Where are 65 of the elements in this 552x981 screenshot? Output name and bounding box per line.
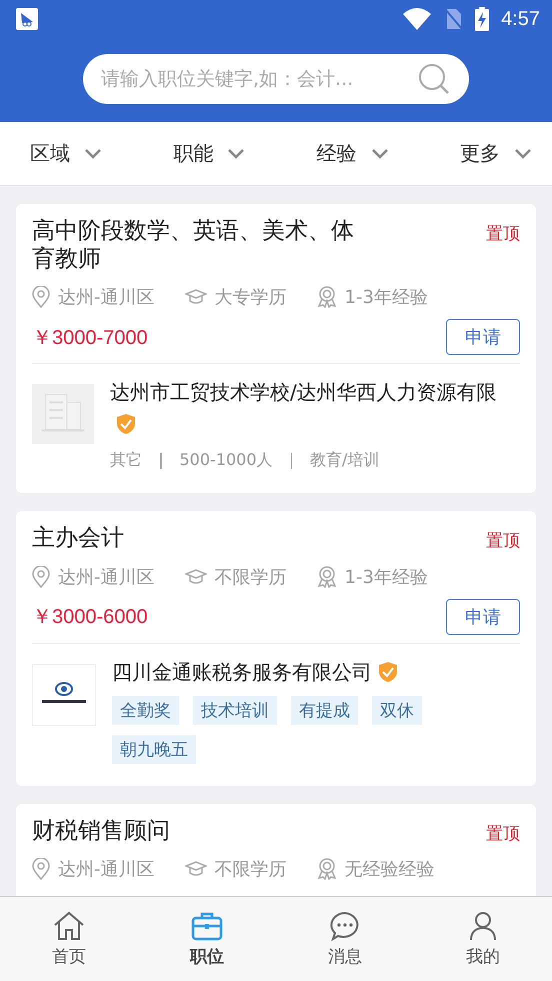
graduation-cap-icon [184,568,206,585]
filter-dropdown[interactable]: 经验 [316,140,389,167]
battery-icon [475,7,490,31]
education-requirement: 不限学历 [214,566,286,589]
job-title: 主办会计 [32,525,124,553]
briefcase-icon [191,910,223,940]
pinned-label: 置顶 [486,223,520,245]
chat-bubble-icon [329,910,361,940]
salary-range: ￥3000-7000 [32,326,148,351]
benefit-tag: 全勤奖 [112,696,179,725]
award-ribbon-icon [316,858,336,880]
experience-requirement: 1-3年经验 [344,566,428,589]
job-location: 达州-通川区 [58,858,154,882]
graduation-cap-icon [184,289,206,306]
job-card[interactable]: 财税销售顾问 置顶 达州-通川区 不限学历 无经验经验 [16,804,536,896]
company-name: 四川金通账税务服务有限公司 [112,656,506,688]
search-field[interactable]: 请输入职位关键字,如：会计... [83,54,469,104]
company-info: 教育/培训 [310,450,380,472]
job-location: 达州-通川区 [58,286,154,310]
company-info: 500-1000人 [180,450,273,472]
clock-time: 4:57 [501,8,540,30]
experience-requirement: 无经验经验 [344,858,434,882]
pinned-label: 置顶 [486,530,520,552]
nav-tab[interactable]: 首页 [29,910,109,968]
education-requirement: 大专学历 [214,286,286,310]
benefit-tag: 技术培训 [193,696,277,725]
location-pin-icon [32,566,50,588]
person-icon [467,910,499,940]
location-pin-icon [32,858,50,880]
company-logo [32,664,96,726]
location-pin-icon [32,286,50,308]
nav-tab[interactable]: 我的 [443,910,523,968]
job-card[interactable]: 高中阶段数学、英语、美术、体育教师 置顶 达州-通川区 大专学历 1-3年经验 ￥3000-7000 申请 达州市工贸技术学校/达州华西人力资源有限 其它 500-1000人 教育/培训 [16,204,536,494]
filter-dropdown[interactable]: 职能 [173,140,246,167]
apply-button[interactable]: 申请 [446,598,520,635]
job-card[interactable]: 主办会计 置顶 达州-通川区 不限学历 1-3年经验 ￥3000-6000 申请 四川金通账税务服务有限公司 全勤奖 技术培训 有提成 双休 朝九晚五 [16,511,536,786]
home-icon [53,910,85,940]
salary-range: ￥3000-6000 [32,605,148,630]
filter-dropdown[interactable]: 区域 [30,140,102,167]
benefit-tag: 有提成 [291,696,358,725]
app-icon [16,8,38,30]
logo-placeholder [32,384,94,444]
chevron-down-icon [370,148,389,160]
company-name: 达州市工贸技术学校/达州华西人力资源有限 [110,376,506,440]
education-requirement: 不限学历 [214,858,286,882]
award-ribbon-icon [316,566,336,588]
nav-tab[interactable]: 消息 [305,910,385,968]
nav-tab[interactable]: 职位 [167,910,247,968]
search-icon[interactable] [417,62,451,96]
job-title: 高中阶段数学、英语、美术、体育教师 [32,218,355,274]
graduation-cap-icon [184,861,206,878]
benefit-tag: 双休 [372,696,422,725]
pinned-label: 置顶 [486,822,520,845]
benefit-tag: 朝九晚五 [112,734,196,764]
job-title: 财税销售顾问 [32,818,170,846]
chevron-down-icon [514,148,532,160]
apply-button[interactable]: 申请 [446,319,520,356]
award-ribbon-icon [316,286,336,308]
wifi-icon [403,8,432,30]
filter-dropdown[interactable]: 更多 [460,140,532,167]
chevron-down-icon [227,148,246,160]
chevron-down-icon [84,148,102,160]
company-info: 其它 [110,450,142,472]
experience-requirement: 1-3年经验 [344,286,428,310]
job-location: 达州-通川区 [58,566,154,589]
